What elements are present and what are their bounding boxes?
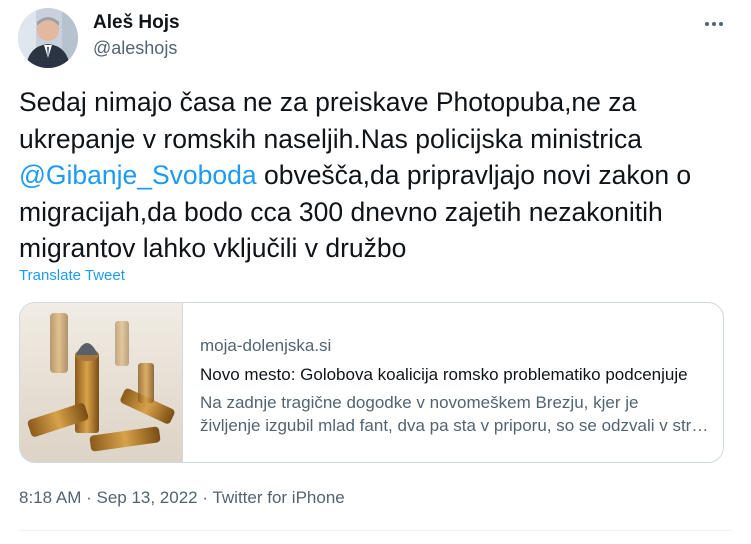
card-description-line: življenje izgubil mlad fant, dva pa sta …: [200, 416, 715, 435]
tweet-text: Sedaj nimajo časa ne za preiskave Photop…: [19, 84, 734, 267]
translate-tweet-link[interactable]: Translate Tweet: [19, 267, 125, 284]
divider: [19, 530, 732, 531]
card-description-line: Na zadnje tragične dogodke v novomeškem …: [200, 393, 639, 412]
link-preview-card[interactable]: moja-dolenjska.si Novo mesto: Golobova k…: [19, 302, 724, 463]
tweet-time[interactable]: 8:18 AM: [19, 488, 81, 507]
avatar-photo: [18, 8, 78, 68]
meta-separator: ·: [81, 488, 97, 507]
avatar[interactable]: [18, 8, 78, 68]
mention-link[interactable]: @Gibanje_Svoboda: [19, 160, 257, 190]
tweet-date[interactable]: Sep 13, 2022: [96, 488, 197, 507]
card-description: Na zadnje tragične dogodke v novomeškem …: [200, 391, 715, 437]
meta-separator: ·: [197, 488, 213, 507]
card-image: [20, 303, 183, 462]
card-title: Novo mesto: Golobova koalicija romsko pr…: [200, 365, 688, 384]
tweet-source[interactable]: Twitter for iPhone: [212, 488, 344, 507]
tweet-metadata: 8:18 AM · Sep 13, 2022 · Twitter for iPh…: [19, 488, 345, 508]
card-domain: moja-dolenjska.si: [200, 336, 332, 355]
author-name[interactable]: Aleš Hojs: [93, 12, 180, 34]
more-options-icon[interactable]: [698, 10, 730, 38]
bullets-photo: [20, 303, 182, 462]
tweet-text-before: Sedaj nimajo časa ne za preiskave Photop…: [19, 87, 650, 154]
author-handle[interactable]: @aleshojs: [93, 38, 177, 59]
